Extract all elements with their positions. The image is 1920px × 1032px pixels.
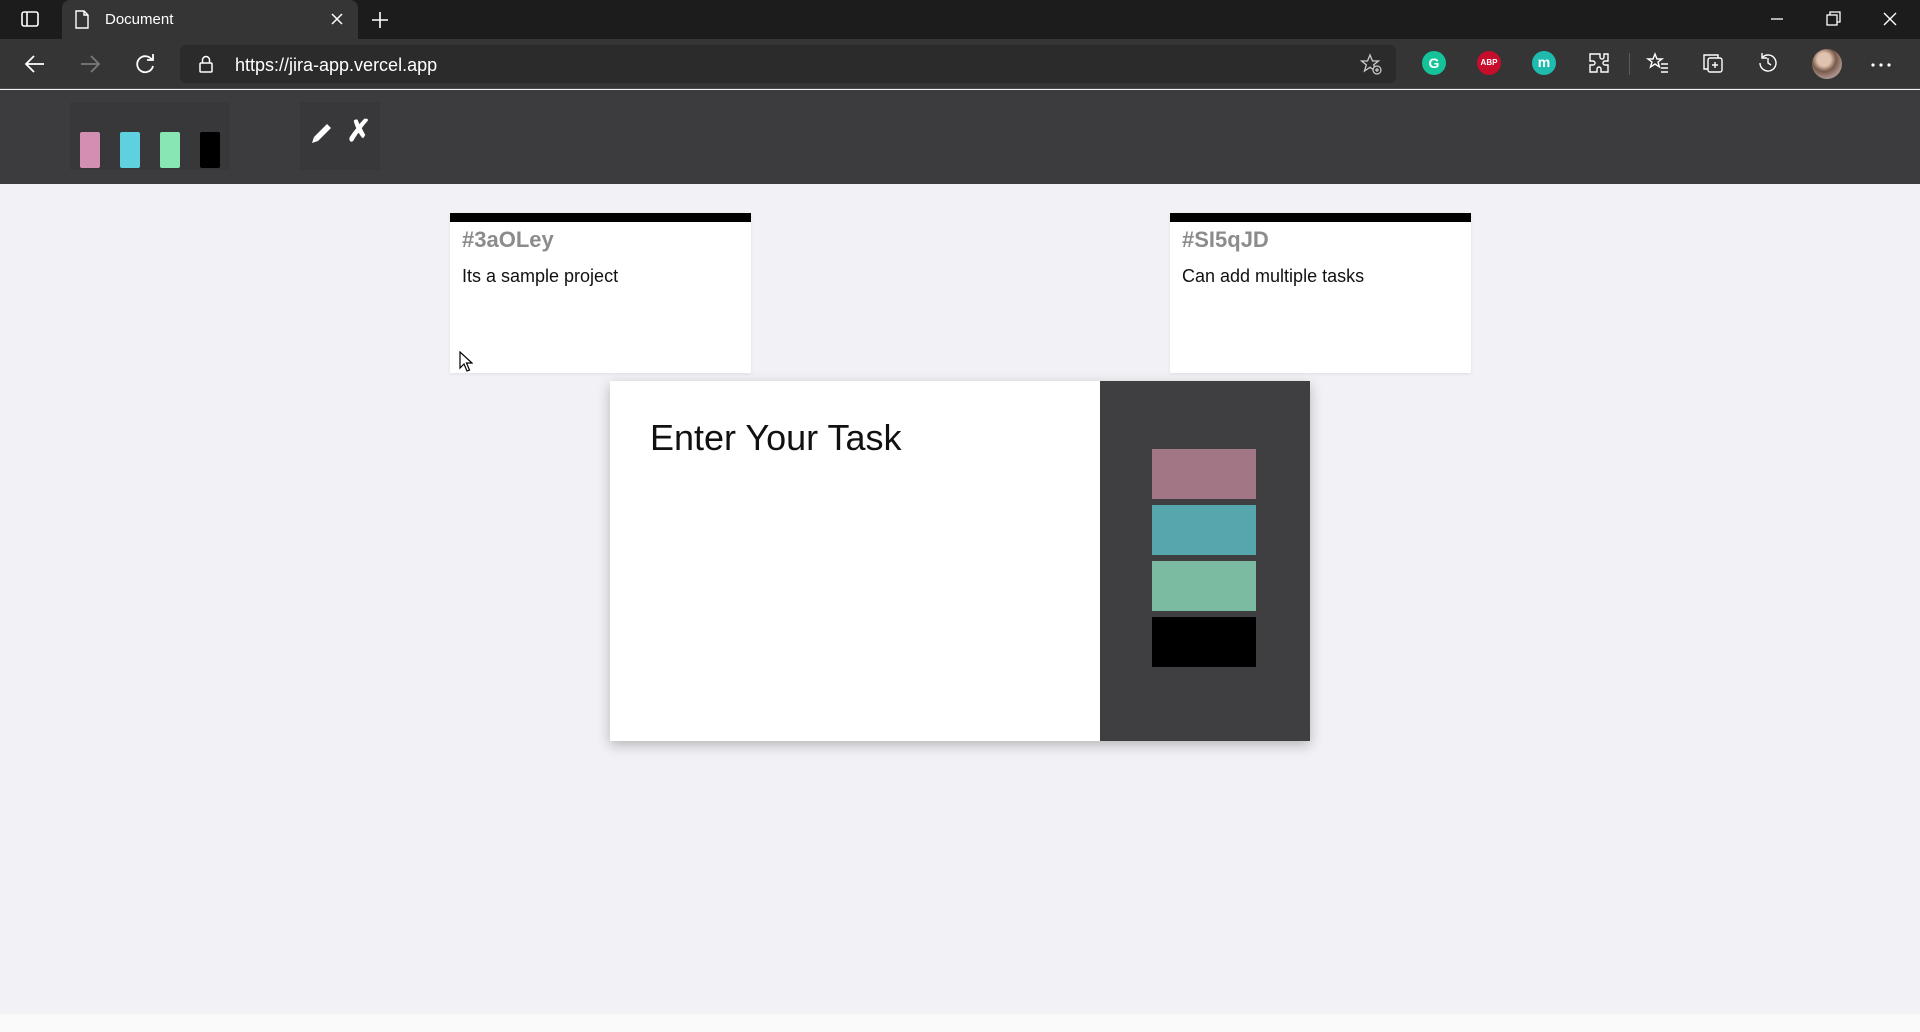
tab-title: Document [105, 11, 174, 28]
ticket-description: Its a sample project [462, 266, 619, 286]
browser-toolbar: https://jira-app.vercel.app G ABP m [0, 39, 1920, 89]
priority-blue[interactable] [1152, 505, 1256, 555]
priority-panel [1100, 381, 1310, 741]
new-tab-icon[interactable] [370, 10, 390, 30]
tab-actions-icon[interactable] [20, 9, 40, 29]
ticket-color-bar [1170, 213, 1471, 222]
priority-black[interactable] [1152, 617, 1256, 667]
restore-icon[interactable] [1822, 8, 1844, 30]
add-favorite-icon[interactable] [1360, 53, 1382, 75]
ticket-card[interactable]: #3aOLey Its a sample project [450, 213, 751, 373]
filter-blue[interactable] [120, 132, 140, 168]
profile-avatar[interactable] [1812, 49, 1842, 79]
ticket-color-bar [450, 213, 751, 222]
history-icon[interactable] [1756, 51, 1780, 75]
browser-tab-bar: Document [0, 0, 1920, 39]
ticket-id: #3aOLey [462, 227, 554, 252]
task-input[interactable] [610, 381, 1100, 741]
color-filter-bar [70, 102, 230, 170]
ticket-id: #SI5qJD [1182, 227, 1269, 252]
collections-icon[interactable] [1701, 51, 1725, 75]
mouse-cursor-icon [459, 351, 473, 372]
refresh-icon[interactable] [132, 51, 158, 77]
back-icon[interactable] [22, 51, 48, 77]
app-header: ✗ [0, 90, 1920, 184]
filter-black[interactable] [200, 132, 220, 168]
pencil-icon[interactable] [308, 118, 336, 146]
minimize-icon[interactable] [1766, 8, 1788, 30]
action-bar: ✗ [300, 102, 380, 170]
m-extension-icon[interactable]: m [1532, 51, 1556, 75]
favorites-icon[interactable] [1646, 51, 1670, 75]
priority-pink[interactable] [1152, 449, 1256, 499]
url-text[interactable]: https://jira-app.vercel.app [235, 55, 437, 76]
browser-tab[interactable]: Document [62, 0, 358, 39]
page-bottom-strip [0, 1014, 1920, 1032]
lock-icon[interactable] [198, 54, 214, 74]
adblock-plus-icon[interactable]: ABP [1477, 51, 1501, 75]
address-bar[interactable]: https://jira-app.vercel.app [180, 45, 1396, 83]
close-window-icon[interactable] [1879, 8, 1901, 30]
filter-pink[interactable] [80, 132, 100, 168]
grammarly-icon[interactable]: G [1422, 51, 1446, 75]
forward-icon[interactable] [77, 51, 103, 77]
ticket-description: Can add multiple tasks [1182, 266, 1365, 286]
toolbar-divider [1629, 53, 1630, 75]
close-tab-icon[interactable] [330, 12, 344, 26]
create-task-modal [610, 381, 1310, 741]
document-icon [75, 10, 89, 29]
filter-green[interactable] [160, 132, 180, 168]
more-options-icon[interactable] [1870, 62, 1892, 68]
remove-icon[interactable]: ✗ [344, 116, 374, 148]
ticket-card[interactable]: #SI5qJD Can add multiple tasks [1170, 213, 1471, 373]
extensions-icon[interactable] [1587, 51, 1611, 75]
priority-green[interactable] [1152, 561, 1256, 611]
